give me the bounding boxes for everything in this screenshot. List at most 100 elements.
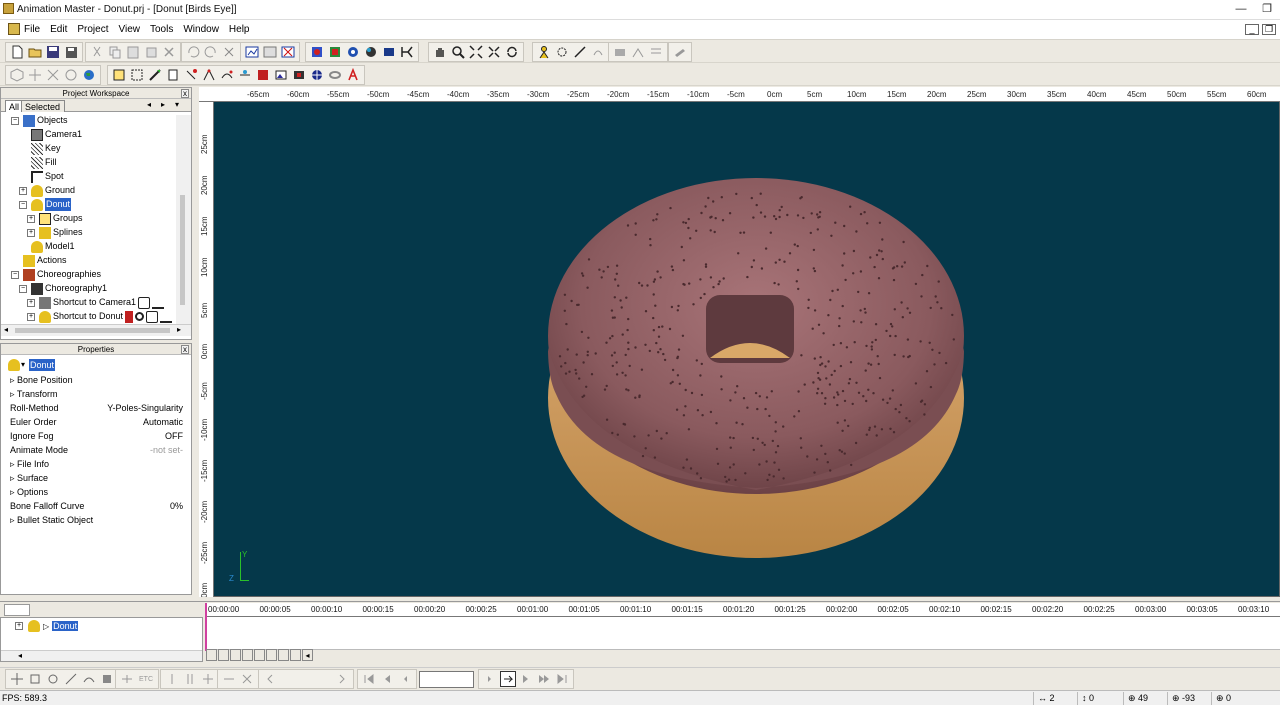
refresh-icon[interactable] <box>504 44 520 60</box>
bone-tool-icon[interactable] <box>63 671 79 687</box>
menu-tools[interactable]: Tools <box>150 24 173 35</box>
timeline-spline-icon[interactable] <box>230 649 241 661</box>
select-mode-icon[interactable] <box>554 44 570 60</box>
prop-file-info[interactable]: ▹ File Info <box>1 457 189 471</box>
tree-item-donut[interactable]: − Donut <box>19 198 72 211</box>
flip-normals-icon[interactable] <box>237 67 253 83</box>
tree-item-camera1[interactable]: Camera1 <box>31 128 82 141</box>
driver-icon[interactable] <box>200 671 216 687</box>
skeletal-mode-icon[interactable] <box>572 44 588 60</box>
zoom-selected-icon[interactable] <box>486 44 502 60</box>
workspace-vertical-scrollbar[interactable] <box>176 115 191 325</box>
tree-item-spot[interactable]: Spot <box>31 170 64 183</box>
prop-value[interactable]: -not set- <box>150 443 183 457</box>
mdi-restore-button[interactable]: ❐ <box>1262 24 1276 35</box>
zoom-icon[interactable] <box>450 44 466 60</box>
track-donut[interactable]: + ▷ Donut <box>15 620 79 632</box>
tree-item-shortcut-donut[interactable]: + Shortcut to Donut <box>27 310 173 323</box>
bones-mode-icon[interactable] <box>536 44 552 60</box>
rotate-tool-icon[interactable] <box>45 671 61 687</box>
prop-value[interactable]: 0% <box>170 499 183 513</box>
menu-file[interactable]: File <box>24 24 40 35</box>
collapse-icon[interactable]: − <box>19 200 27 209</box>
new-pose-icon[interactable] <box>399 44 415 60</box>
channel-icon[interactable] <box>119 671 135 687</box>
tab-menu-icon[interactable]: ▾ <box>175 100 179 109</box>
prop-bone-falloff[interactable]: Bone Falloff Curve 0% <box>1 499 189 513</box>
keyframe-all-icon[interactable] <box>182 671 198 687</box>
menu-project[interactable]: Project <box>77 24 108 35</box>
etc-button[interactable]: ETC <box>137 671 155 687</box>
path-tool-icon[interactable] <box>81 671 97 687</box>
collapse-icon[interactable]: − <box>19 284 27 293</box>
sphere-icon[interactable] <box>309 67 325 83</box>
new-material-icon[interactable] <box>363 44 379 60</box>
prop-surface[interactable]: ▹ Surface <box>1 471 189 485</box>
decal-icon[interactable] <box>291 67 307 83</box>
smooth-icon[interactable] <box>219 67 235 83</box>
scrub-left-icon[interactable] <box>262 671 278 687</box>
save-icon[interactable] <box>45 44 61 60</box>
tree-item-splines[interactable]: + Splines <box>27 226 83 239</box>
panel-close-icon[interactable]: x <box>181 89 189 98</box>
timeline-track-area[interactable] <box>205 603 1280 651</box>
tree-item-model1[interactable]: Model1 <box>31 240 75 253</box>
pingpong-icon[interactable] <box>239 671 255 687</box>
go-to-end-icon[interactable] <box>554 671 570 687</box>
move-tool-icon[interactable] <box>9 671 25 687</box>
loop-icon[interactable] <box>221 671 237 687</box>
add-mode-icon[interactable] <box>147 67 163 83</box>
tree-item-key[interactable]: Key <box>31 142 61 155</box>
tree-item-objects[interactable]: − Objects <box>11 114 68 127</box>
next-frame-icon[interactable] <box>482 671 498 687</box>
prop-roll-method[interactable]: Roll-Method Y-Poles-Singularity <box>1 401 189 415</box>
mdi-minimize-button[interactable]: _ <box>1245 24 1259 35</box>
tree-item-choreography1[interactable]: − Choreography1 <box>19 282 107 295</box>
minimize-button[interactable]: — <box>1233 2 1249 16</box>
play-loop-icon[interactable] <box>500 671 516 687</box>
render-icon[interactable] <box>244 44 260 60</box>
collapse-icon[interactable]: − <box>11 270 19 279</box>
frame-input[interactable] <box>419 671 474 688</box>
restore-button[interactable]: ❐ <box>1259 2 1275 16</box>
open-folder-icon[interactable] <box>27 44 43 60</box>
next-key-icon[interactable] <box>518 671 534 687</box>
timeline-pin-icon[interactable] <box>4 604 30 616</box>
scrub-right-icon[interactable] <box>334 671 350 687</box>
pan-hand-icon[interactable] <box>432 44 448 60</box>
delete-icon[interactable] <box>161 44 177 60</box>
timeline-fit-icon[interactable] <box>290 649 301 661</box>
text-icon[interactable] <box>345 67 361 83</box>
timeline-chart-icon[interactable] <box>206 649 217 661</box>
tree-item-shortcut-camera1[interactable]: + Shortcut to Camera1 <box>27 296 165 309</box>
new-action-icon[interactable] <box>327 44 343 60</box>
expand-icon[interactable]: + <box>27 214 35 223</box>
scale-icon[interactable] <box>45 67 61 83</box>
tab-scroll-left-icon[interactable]: ◂ <box>147 100 151 109</box>
dropdown-icon[interactable]: ▾ <box>21 358 25 372</box>
render-to-file-icon[interactable] <box>262 44 278 60</box>
cut-icon[interactable] <box>89 44 105 60</box>
globe-icon[interactable] <box>81 67 97 83</box>
menu-window[interactable]: Window <box>183 24 219 35</box>
constraint-icon[interactable] <box>612 44 628 60</box>
prop-value[interactable]: OFF <box>165 429 183 443</box>
expand-icon[interactable]: + <box>27 298 35 307</box>
previous-frame-icon[interactable] <box>397 671 413 687</box>
rotate-icon[interactable] <box>63 67 79 83</box>
group-icon[interactable] <box>111 67 127 83</box>
current-frame-marker[interactable] <box>205 603 207 651</box>
scale-tool-icon[interactable] <box>27 671 43 687</box>
collapse-icon[interactable]: − <box>11 116 19 125</box>
timeline-grid-icon[interactable] <box>218 649 229 661</box>
ik-icon[interactable] <box>630 44 646 60</box>
prop-value[interactable]: Y-Poles-Singularity <box>107 401 183 415</box>
material-icon[interactable] <box>255 67 271 83</box>
tree-item-actions[interactable]: Actions <box>23 254 67 267</box>
timeline-scroll-left-icon[interactable]: ◂ <box>302 649 313 661</box>
timeline-ruler[interactable]: 00:00:00 00:00:05 00:00:10 00:00:15 00:00:20… <box>205 603 1280 617</box>
new-choreography-icon[interactable] <box>345 44 361 60</box>
keyframe-icon[interactable] <box>164 671 180 687</box>
lathe-icon[interactable] <box>165 67 181 83</box>
menu-view[interactable]: View <box>118 24 140 35</box>
